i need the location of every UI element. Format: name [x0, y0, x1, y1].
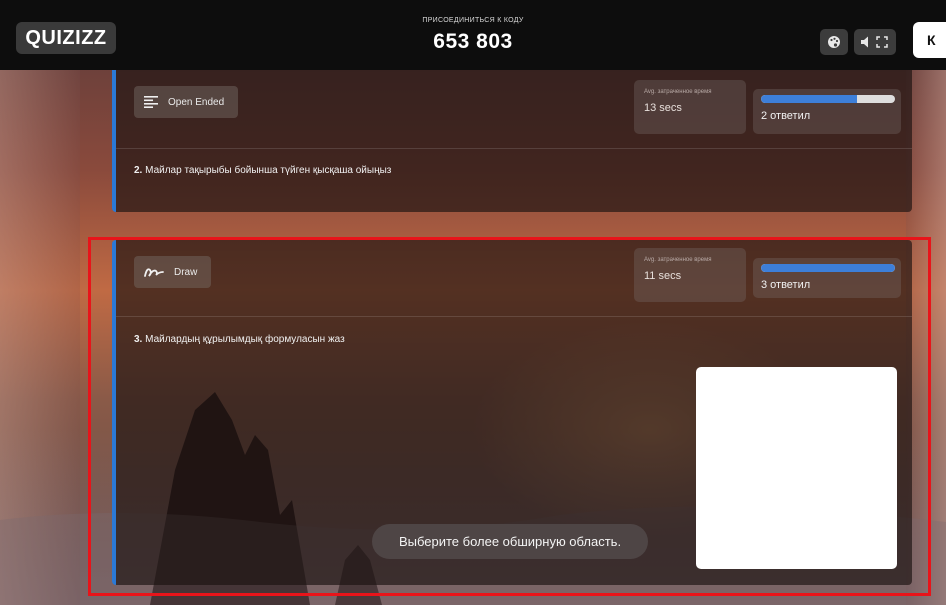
- question-text: 3. Майлардың құрылымдық формуласын жаз: [134, 334, 345, 345]
- avg-time-label: Avg. затраченное время: [644, 257, 712, 263]
- card-divider: [116, 316, 912, 317]
- scribble-icon: [144, 268, 164, 277]
- question-type-chip: Draw: [134, 256, 212, 288]
- question-number: 3.: [134, 334, 143, 345]
- answered-stat: 3 ответил: [753, 258, 901, 298]
- palette-icon: [828, 36, 840, 48]
- fullscreen-icon: [876, 36, 888, 48]
- toast-message: Выберите более обширную область.: [372, 524, 648, 559]
- join-code: 653 803: [433, 30, 513, 53]
- answered-count: 3 ответил: [761, 279, 811, 291]
- answered-count: 2 ответил: [761, 110, 811, 122]
- end-button[interactable]: К: [913, 22, 946, 58]
- question-type-chip: Open Ended: [134, 86, 239, 118]
- question-type-label: Open Ended: [168, 96, 225, 108]
- question-body: Майлар тақырыбы бойынша түйген қысқаша о…: [145, 165, 392, 176]
- text-lines-icon: [144, 96, 158, 108]
- answered-progress-fill: [761, 264, 895, 272]
- card-divider: [116, 148, 912, 149]
- avg-time-value: 11 secs: [644, 270, 682, 282]
- answered-progress-bar: [761, 95, 895, 103]
- avg-time-label: Avg. затраченное время: [644, 89, 712, 95]
- answered-progress-fill: [761, 95, 858, 103]
- question-text: 2. Майлар тақырыбы бойынша түйген қысқаш…: [134, 165, 391, 176]
- drawing-answer-thumbnail[interactable]: [696, 367, 897, 569]
- fullscreen-button[interactable]: [868, 29, 896, 55]
- avg-time-value: 13 secs: [644, 102, 682, 114]
- question-type-label: Draw: [174, 266, 198, 278]
- answered-progress-bar: [761, 264, 895, 272]
- top-bar: QUIZIZZ ПРИСОЕДИНИТЬСЯ К КОДУ 653 803 К: [0, 0, 946, 70]
- question-number: 2.: [134, 165, 143, 176]
- question-body: Майлардың құрылымдық формуласын жаз: [145, 334, 345, 345]
- avg-time-stat: Avg. затраченное время 13 secs: [634, 80, 746, 134]
- question-card: Open Ended Avg. затраченное время 13 sec…: [112, 70, 912, 212]
- join-code-label: ПРИСОЕДИНИТЬСЯ К КОДУ: [422, 17, 524, 24]
- avg-time-stat: Avg. затраченное время 11 secs: [634, 248, 746, 302]
- answered-stat: 2 ответил: [753, 89, 901, 134]
- theme-button[interactable]: [820, 29, 848, 55]
